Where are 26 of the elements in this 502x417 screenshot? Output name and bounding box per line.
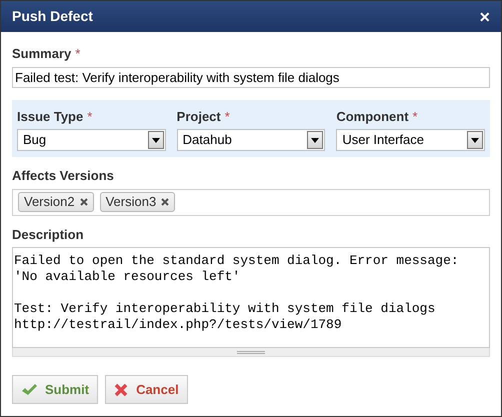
dropdown-field[interactable]: Bug	[17, 129, 166, 151]
version-tag: Version2	[18, 192, 94, 212]
field-label: Project	[176, 108, 221, 126]
cross-icon	[114, 382, 128, 396]
cancel-button[interactable]: Cancel	[105, 375, 188, 404]
field-label: Summary	[12, 45, 72, 63]
summary-field[interactable]: Failed test: Verify interoperability with system file dialogs	[12, 66, 490, 88]
remove-icon[interactable]	[161, 198, 170, 206]
version-tag: Version3	[100, 192, 176, 212]
required-mark: *	[87, 108, 92, 126]
close-button[interactable]: ×	[479, 8, 490, 26]
window-title: Push Defect	[12, 7, 93, 26]
field-label: Description	[12, 226, 84, 244]
required-mark: *	[412, 108, 418, 126]
field-label: Issue Type	[17, 108, 84, 126]
versions-field[interactable]: Version2 Version3	[12, 188, 490, 216]
dropdown-field[interactable]: Datahub	[176, 129, 326, 151]
required-mark: *	[75, 45, 80, 63]
field-label: Affects Versions	[12, 167, 114, 185]
required-mark: *	[224, 108, 230, 126]
resize-handle[interactable]	[12, 348, 490, 357]
check-icon	[21, 382, 37, 396]
description-field[interactable]: Failed to open the standard system dialog. Error message: 'No available resources left' Test: Verify interoperability with system file dialogs http://testrail/index.php?/tests/view/1789	[12, 247, 490, 348]
remove-icon[interactable]	[80, 198, 88, 206]
dropdown-field[interactable]: User Interface	[336, 129, 485, 151]
field-label: Component	[336, 108, 409, 126]
